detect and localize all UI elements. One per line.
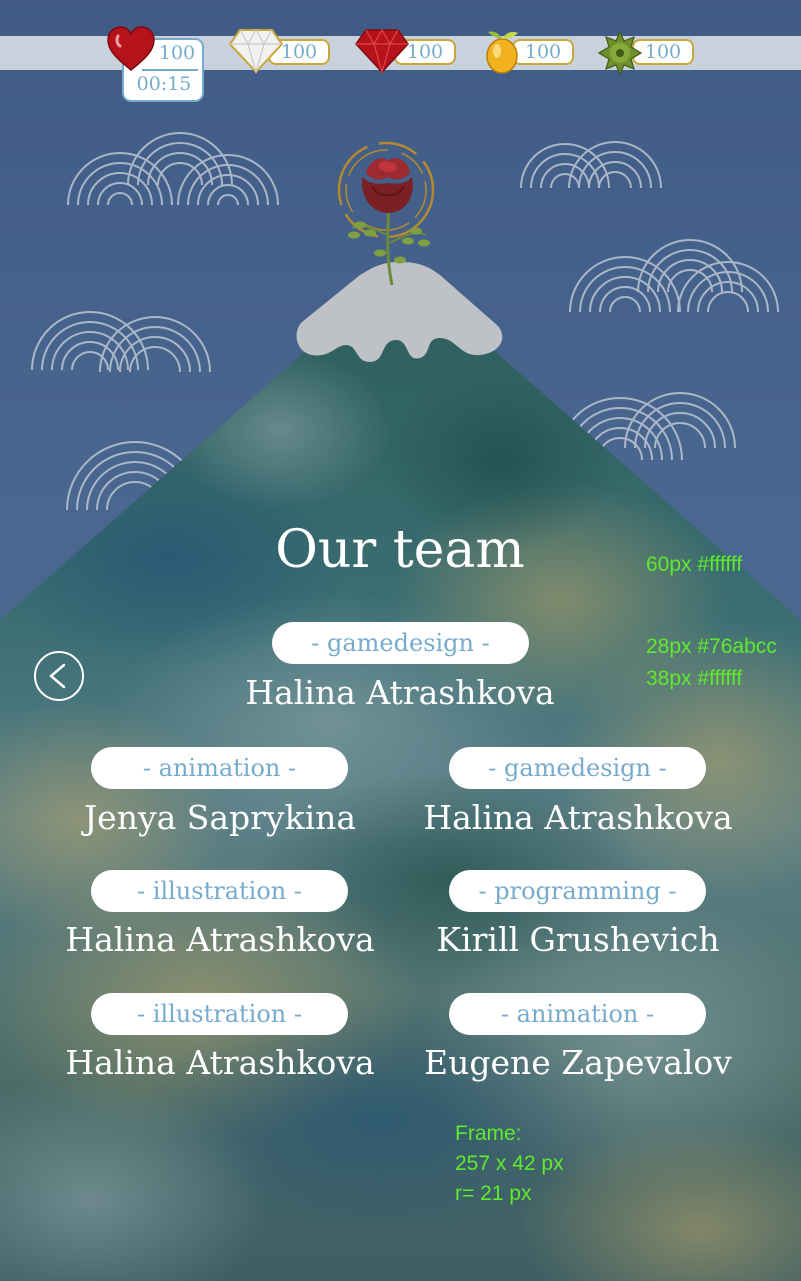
name-spec-note: 38px #ffffff bbox=[646, 667, 743, 690]
team-member-name: Halina Atrashkova bbox=[423, 798, 733, 837]
role-frame: - programming - bbox=[449, 870, 706, 912]
frame-size-note: 257 x 42 px bbox=[455, 1152, 564, 1175]
role-frame: - illustration - bbox=[91, 993, 348, 1035]
role-frame: - gamedesign - bbox=[272, 622, 529, 664]
ruby-icon[interactable] bbox=[354, 28, 410, 74]
team-member-name: Kirill Grushevich bbox=[436, 920, 720, 959]
back-button[interactable] bbox=[34, 651, 84, 701]
team-screen: 100 00:15 100 100 100 100 Our team - gam… bbox=[0, 0, 801, 1281]
team-member-name: Halina Atrashkova bbox=[245, 673, 555, 712]
team-member-name: Jenya Saprykina bbox=[83, 798, 357, 837]
lives-timer: 00:15 bbox=[136, 73, 192, 95]
back-arrow-icon bbox=[49, 663, 66, 689]
team-member-name: Halina Atrashkova bbox=[65, 920, 375, 959]
lives-count: 100 bbox=[158, 42, 196, 64]
frame-label-note: Frame: bbox=[455, 1122, 522, 1145]
frame-radius-note: r= 21 px bbox=[455, 1182, 532, 1205]
heart-icon bbox=[107, 26, 155, 71]
role-frame: - animation - bbox=[449, 993, 706, 1035]
title-spec-note: 60px #ffffff bbox=[646, 553, 743, 576]
team-member-name: Eugene Zapevalov bbox=[424, 1043, 732, 1082]
diamond-icon[interactable] bbox=[228, 28, 284, 74]
spiky-ball-icon[interactable] bbox=[598, 31, 642, 75]
team-member-name: Halina Atrashkova bbox=[65, 1043, 375, 1082]
role-frame: - gamedesign - bbox=[449, 747, 706, 789]
role-frame: - animation - bbox=[91, 747, 348, 789]
page-title: Our team bbox=[275, 520, 525, 580]
fruit-icon[interactable] bbox=[480, 26, 524, 76]
role-frame: - illustration - bbox=[91, 870, 348, 912]
role-spec-note: 28px #76abcc bbox=[646, 635, 777, 658]
rose-icon bbox=[337, 141, 435, 286]
